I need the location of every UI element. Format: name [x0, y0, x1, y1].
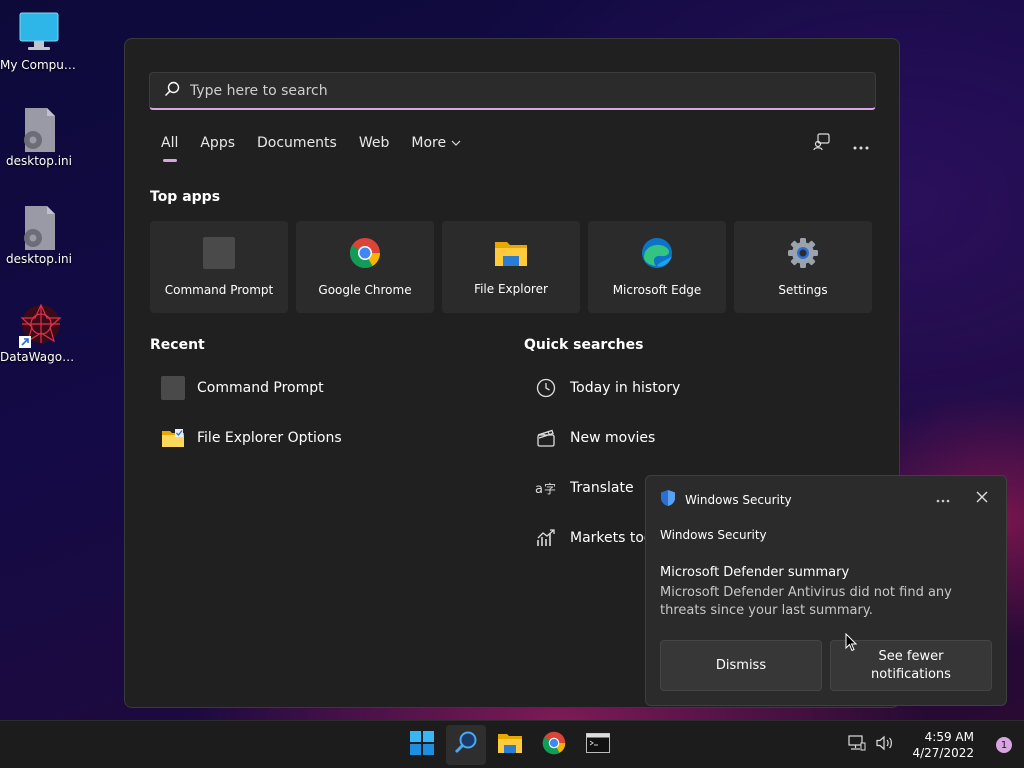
- search-box[interactable]: [149, 72, 876, 110]
- desktop-icon-label: desktop.ini: [6, 252, 72, 266]
- chart-up-icon: [534, 526, 558, 550]
- search-icon: [453, 730, 479, 760]
- desktop-icon-label: desktop.ini: [6, 154, 72, 168]
- shield-icon: [660, 489, 676, 510]
- taskbar-search-button[interactable]: [446, 725, 486, 765]
- volume-icon[interactable]: [876, 735, 894, 755]
- search-input[interactable]: [190, 82, 830, 99]
- clapperboard-icon: [534, 426, 558, 450]
- folder-options-icon: [161, 426, 185, 450]
- desktop-icon-label: DataWagon...: [0, 350, 78, 364]
- top-app-microsoft-edge[interactable]: Microsoft Edge: [588, 221, 726, 313]
- top-app-command-prompt[interactable]: Command Prompt: [150, 221, 288, 313]
- notification-body: Microsoft Defender Antivirus did not fin…: [660, 585, 952, 618]
- settings-file-icon: [17, 106, 61, 152]
- desktop-icon-datawagon[interactable]: DataWagon...: [0, 302, 78, 364]
- taskbar-command-prompt[interactable]: [578, 725, 618, 765]
- svg-text:a: a: [535, 482, 543, 497]
- windows-logo-icon: [410, 731, 434, 759]
- system-tray: 4:59 AM 4/27/2022 1: [848, 721, 1012, 768]
- mouse-cursor-icon: [845, 632, 858, 656]
- recent-item-command-prompt[interactable]: Command Prompt: [161, 363, 342, 413]
- start-button[interactable]: [402, 725, 442, 765]
- desktop-icon-desktop-ini-2[interactable]: desktop.ini: [0, 204, 78, 266]
- clock-date: 4/27/2022: [912, 746, 974, 760]
- svg-text:字: 字: [544, 481, 556, 496]
- tab-all[interactable]: All: [161, 135, 178, 162]
- taskbar-file-explorer[interactable]: [490, 725, 530, 765]
- recent-item-file-explorer-options[interactable]: File Explorer Options: [161, 413, 342, 463]
- top-app-settings[interactable]: Settings: [734, 221, 872, 313]
- monitor-icon: [17, 10, 61, 54]
- notification-subheading: Windows Security: [660, 528, 767, 542]
- settings-file-icon: [17, 204, 61, 250]
- quick-searches-heading: Quick searches: [524, 337, 644, 353]
- tab-more[interactable]: More: [411, 135, 461, 151]
- tab-apps[interactable]: Apps: [200, 135, 235, 151]
- command-prompt-icon: [161, 376, 185, 400]
- recent-heading: Recent: [150, 337, 205, 353]
- recent-list: Command Prompt File Explorer Options: [161, 363, 342, 463]
- desktop-icon-desktop-ini-1[interactable]: desktop.ini: [0, 106, 78, 168]
- taskbar-google-chrome[interactable]: [534, 725, 574, 765]
- gear-icon: [787, 237, 819, 273]
- notification-count-badge[interactable]: 1: [996, 737, 1012, 753]
- shortcut-app-icon: [17, 302, 62, 348]
- edge-icon: [641, 237, 673, 273]
- close-icon[interactable]: [976, 488, 988, 507]
- top-apps-grid: Command Prompt Google Chrome File Explor…: [150, 221, 872, 313]
- connected-accounts-icon[interactable]: [813, 133, 831, 155]
- chevron-down-icon: [451, 135, 461, 151]
- command-prompt-icon: [203, 237, 235, 273]
- top-app-google-chrome[interactable]: Google Chrome: [296, 221, 434, 313]
- clock-icon: [534, 376, 558, 400]
- notification-title: Microsoft Defender summary: [660, 565, 850, 580]
- windows-security-notification[interactable]: Windows Security Windows Security Micros…: [645, 475, 1007, 706]
- file-explorer-icon: [497, 732, 523, 758]
- taskbar: 4:59 AM 4/27/2022 1: [0, 720, 1024, 768]
- dismiss-button[interactable]: Dismiss: [660, 640, 822, 691]
- terminal-icon: [586, 733, 610, 757]
- tab-web[interactable]: Web: [359, 135, 390, 151]
- search-filter-tabs: All Apps Documents Web More: [161, 135, 483, 162]
- top-app-file-explorer[interactable]: File Explorer: [442, 221, 580, 313]
- chrome-icon: [542, 731, 566, 759]
- search-icon: [164, 81, 180, 101]
- notification-more-icon[interactable]: [936, 488, 950, 507]
- file-explorer-icon: [494, 238, 528, 272]
- clock-time: 4:59 AM: [924, 730, 974, 744]
- chrome-icon: [349, 237, 381, 273]
- translate-icon: a字: [534, 476, 558, 500]
- more-options-icon[interactable]: [853, 135, 869, 154]
- notification-app-name: Windows Security: [685, 492, 792, 507]
- quick-search-today-in-history[interactable]: Today in history: [534, 363, 680, 413]
- top-apps-heading: Top apps: [150, 189, 221, 205]
- tab-documents[interactable]: Documents: [257, 135, 337, 151]
- quick-search-new-movies[interactable]: New movies: [534, 413, 680, 463]
- clock[interactable]: 4:59 AM 4/27/2022: [912, 729, 974, 761]
- desktop-icon-label: My Computer: [0, 58, 78, 72]
- desktop-icon-my-computer[interactable]: My Computer: [0, 10, 78, 72]
- network-icon[interactable]: [848, 735, 866, 755]
